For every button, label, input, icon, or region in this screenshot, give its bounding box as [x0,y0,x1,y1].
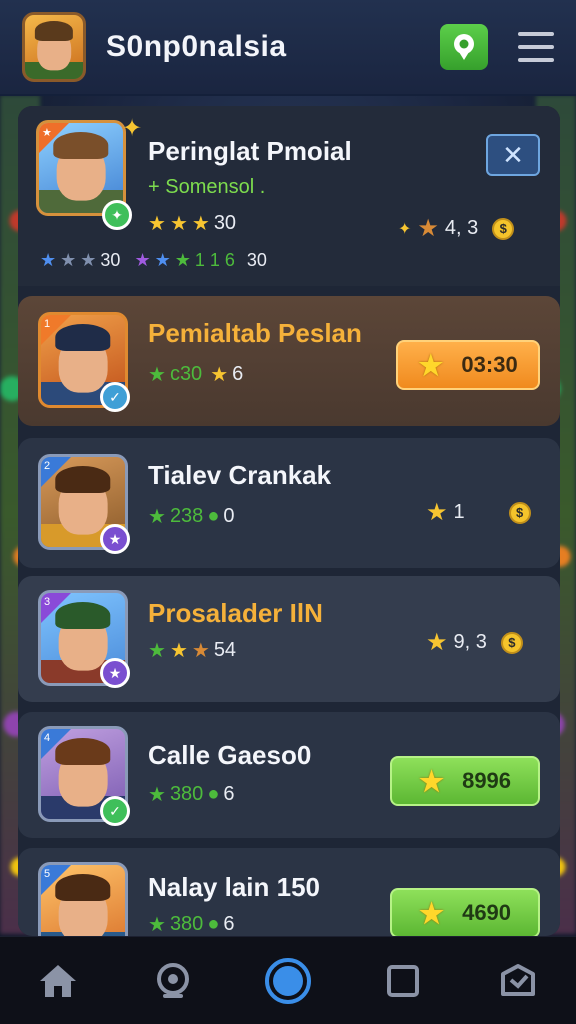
star-icon: ★ [191,213,210,235]
player-stats: ★ 380 ● 6 [148,913,235,936]
player-stat2: 0 [223,505,235,527]
coin-icon: $ [492,217,515,240]
player-name: Pemialtab Peslan [148,318,362,348]
nav-box[interactable] [493,956,543,1006]
player-card[interactable]: 2 ★ Tialev Crankak ★ 238 ● 0 ★ 1 $ [18,438,560,568]
player-action-label: 03:30 [461,352,518,377]
player-card[interactable]: 1 ✓ Pemialtab Peslan ★ c30 ★ 6 ★ 03:30 [18,296,560,426]
player-badge-icon: ✓ [100,382,130,412]
featured-name: Peringlat Pmoial [148,136,352,166]
player-stat: 380 [169,783,204,805]
featured-rating: ✦ ★ 4, 3 $ [398,214,515,243]
player-name: Calle Gaeso0 [148,740,312,770]
player-action-button[interactable]: ★ 03:30 [396,340,540,390]
box-icon [501,963,536,996]
player-stat: c30 [169,363,203,385]
player-portrait: 5 [38,862,128,936]
player-card[interactable]: 4 ✓ Calle Gaeso0 ★ 380 ● 6 ★ 8996 [18,712,560,838]
location-pin-icon [454,34,474,60]
sparkle-icon: ✦ [122,115,143,142]
player-action-button[interactable]: ★ 8996 [390,756,540,806]
coin-icon: $ [500,631,523,654]
nav-square[interactable] [378,956,428,1006]
player-name: Nalay lain 150 [148,872,320,902]
player-name: Prosalader IlN [148,598,323,628]
player-stat2: 6 [223,783,235,805]
featured-subtitle: + Somensol . [148,176,266,198]
player-stats: ★ ★ ★ 54 [148,639,237,662]
player-stats: ★ c30 ★ 6 [148,363,244,386]
featured-rank-row: ★ ★ ★ 30 ★ ★ ★ 1 1 6 30 [40,250,267,270]
player-badge-icon: ✓ [100,796,130,826]
player-action-label: 8996 [462,768,512,793]
record-icon [264,957,311,1004]
square-icon [387,964,420,997]
player-stat2: 6 [223,913,235,935]
coin-icon: $ [508,501,531,524]
nav-home[interactable] [33,956,83,1006]
player-rating-value: 9, 3 [453,631,487,653]
star-icon: ★ [148,213,166,235]
featured-stars: ★ ★ ★ 30 [148,211,236,236]
app-header: S0np0nalsia [0,0,576,96]
player-action-button[interactable]: ★ 4690 [390,888,540,936]
player-stat: 238 [169,505,204,527]
player-card[interactable]: 3 ★ Prosalader IlN ★ ★ ★ 54 ★ 9, 3 $ [18,576,560,702]
player-card[interactable]: 5 Nalay lain 150 ★ 380 ● 6 ★ 4690 [18,848,560,936]
player-name: Tialev Crankak [148,460,332,490]
player-rating: ★ 1 $ [426,498,531,527]
player-badge-icon: ★ [100,658,130,688]
player-badge-icon: ★ [100,524,130,554]
player-stat: 380 [169,913,204,935]
home-icon [39,964,76,997]
webcam-icon [156,962,189,998]
nav-record[interactable] [263,956,313,1006]
nav-webcam[interactable] [148,956,198,1006]
featured-stars-value: 30 [213,212,237,234]
player-rating: ★ 9, 3 $ [426,628,523,657]
player-action-label: 4690 [462,900,512,925]
app-title: S0np0nalsia [106,30,287,63]
close-button[interactable]: ✕ [486,134,540,176]
menu-button[interactable] [518,32,554,62]
featured-player-card[interactable]: ★ ✦ ✦ Peringlat Pmoial + Somensol . ★ ★ ★ … [18,106,560,286]
featured-rating-value: 4, 3 [444,217,479,239]
star-icon: ★ [169,213,188,235]
featured-badge-icon: ✦ [102,200,132,230]
star-icon: ★ [418,349,444,381]
star-icon: ★ [418,765,445,797]
player-stats: ★ 238 ● 0 [148,505,235,528]
player-stats: ★ 380 ● 6 [148,783,235,806]
featured-ranks-value-2: 30 [246,250,267,270]
featured-ranks-value: 30 [100,250,121,270]
featured-ranks-text: 1 1 6 [194,250,235,270]
player-rating-value: 1 [453,501,465,523]
leaderboard-panel: ★ ✦ ✦ Peringlat Pmoial + Somensol . ★ ★ ★ … [18,106,560,936]
player-stat: 54 [213,639,237,661]
bottom-navigation [0,936,576,1024]
location-button[interactable] [440,24,488,70]
star-icon: ★ [418,897,445,929]
profile-avatar[interactable] [22,12,86,82]
player-stat2: 6 [232,363,244,385]
